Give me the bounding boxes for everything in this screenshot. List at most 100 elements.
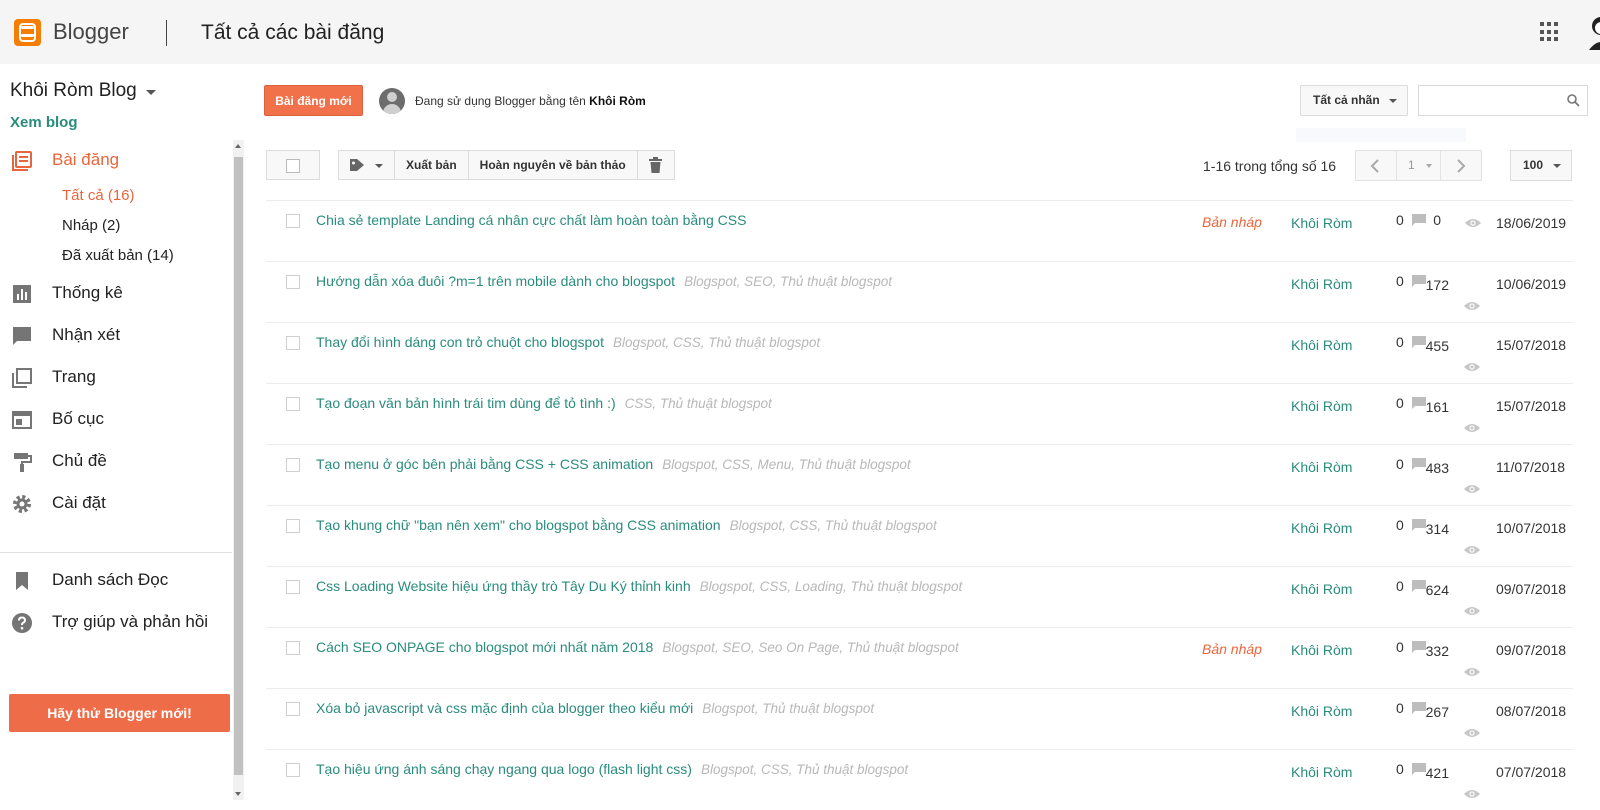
blog-selector[interactable]: Khôi Ròm Blog <box>10 80 137 102</box>
scroll-down-icon[interactable] <box>235 792 241 796</box>
post-author[interactable]: Khôi Ròm <box>1291 703 1352 719</box>
post-checkbox[interactable] <box>286 458 300 472</box>
post-author[interactable]: Khôi Ròm <box>1291 276 1352 292</box>
post-checkbox[interactable] <box>286 275 300 289</box>
post-title-link[interactable]: Tạo đoạn văn bản hình trái tim dùng để t… <box>316 395 616 411</box>
post-title-link[interactable]: Tạo hiệu ứng ánh sáng chạy ngang qua log… <box>316 761 692 777</box>
post-row[interactable]: Hướng dẫn xóa đuôi ?m=1 trên mobile dành… <box>266 261 1573 322</box>
post-checkbox[interactable] <box>286 580 300 594</box>
post-row[interactable]: Thay đổi hình dáng con trỏ chuột cho blo… <box>266 322 1573 383</box>
post-row[interactable]: Tạo khung chữ "bạn nên xem" cho blogspot… <box>266 505 1573 566</box>
label-button[interactable] <box>339 151 395 179</box>
next-page-button[interactable] <box>1441 151 1481 180</box>
post-title-cell: Hướng dẫn xóa đuôi ?m=1 trên mobile dành… <box>316 273 892 289</box>
sidebar-sub-all[interactable]: Tất cả (16) <box>62 187 135 204</box>
search-input[interactable] <box>1418 85 1588 116</box>
blogger-logo-icon[interactable] <box>14 19 41 46</box>
sidebar-item-posts[interactable]: Bài đăng <box>0 142 232 178</box>
scrollbar-thumb[interactable] <box>234 157 243 775</box>
select-all-checkbox[interactable] <box>266 150 320 180</box>
post-row[interactable]: Tạo hiệu ứng ánh sáng chạy ngang qua log… <box>266 749 1573 810</box>
scroll-up-icon[interactable] <box>235 144 241 148</box>
top-bar: Blogger Tất cả các bài đăng <box>0 0 1600 64</box>
publish-button[interactable]: Xuất bản <box>395 151 469 179</box>
post-title-link[interactable]: Xóa bỏ javascript và css mặc định của bl… <box>316 700 693 716</box>
view-count: 332 <box>1425 643 1449 659</box>
post-row[interactable]: Css Loading Website hiệu ứng thầy trò Tâ… <box>266 566 1573 627</box>
post-labels[interactable]: Blogspot, SEO, Seo On Page, Thủ thuật bl… <box>662 640 958 655</box>
account-avatar[interactable] <box>1586 14 1600 50</box>
sidebar-item-comments[interactable]: Nhận xét <box>0 317 232 353</box>
page-select[interactable]: 1 <box>1396 151 1441 180</box>
post-title-link[interactable]: Thay đổi hình dáng con trỏ chuột cho blo… <box>316 334 604 350</box>
sidebar: Khôi Ròm Blog Xem blog Bài đăng Tất cả (… <box>0 64 244 800</box>
post-author[interactable]: Khôi Ròm <box>1291 398 1352 414</box>
post-row[interactable]: Xóa bỏ javascript và css mặc định của bl… <box>266 688 1573 749</box>
help-icon <box>12 613 32 633</box>
post-checkbox[interactable] <box>286 519 300 533</box>
draft-badge: Bản nháp <box>1202 214 1262 230</box>
bookmark-icon <box>16 572 28 590</box>
chevron-down-icon[interactable] <box>146 90 156 95</box>
sidebar-sub-published[interactable]: Đã xuất bản (14) <box>62 247 174 264</box>
post-labels[interactable]: Blogspot, CSS, Menu, Thủ thuật blogspot <box>662 457 910 472</box>
post-title-link[interactable]: Cách SEO ONPAGE cho blogspot mới nhất nă… <box>316 639 653 655</box>
post-labels[interactable]: Blogspot, SEO, Thủ thuật blogspot <box>684 274 892 289</box>
post-checkbox[interactable] <box>286 214 300 228</box>
sidebar-sub-drafts[interactable]: Nháp (2) <box>62 217 120 234</box>
brand-name[interactable]: Blogger <box>53 19 129 45</box>
post-labels[interactable]: Blogspot, CSS, Thủ thuật blogspot <box>613 335 820 350</box>
post-title-link[interactable]: Hướng dẫn xóa đuôi ?m=1 trên mobile dành… <box>316 273 675 289</box>
post-title-link[interactable]: Chia sẻ template Landing cá nhân cực chấ… <box>316 212 746 228</box>
post-row[interactable]: Tạo menu ở góc bên phải bằng CSS + CSS a… <box>266 444 1573 505</box>
posts-icon <box>12 151 32 171</box>
post-row[interactable]: Chia sẻ template Landing cá nhân cực chấ… <box>266 200 1573 261</box>
sidebar-scrollbar[interactable] <box>233 140 244 800</box>
posts-per-page-dropdown[interactable]: 100 <box>1510 150 1572 181</box>
post-title-link[interactable]: Tạo khung chữ "bạn nên xem" cho blogspot… <box>316 517 721 533</box>
apps-grid-icon[interactable] <box>1540 22 1560 42</box>
post-author[interactable]: Khôi Ròm <box>1291 581 1352 597</box>
chevron-left-icon <box>1370 159 1379 173</box>
sidebar-item-theme[interactable]: Chủ đề <box>0 443 232 479</box>
revert-to-draft-button[interactable]: Hoàn nguyên về bản thảo <box>469 151 638 179</box>
labels-filter-dropdown[interactable]: Tất cả nhãn <box>1300 85 1408 116</box>
post-author[interactable]: Khôi Ròm <box>1291 215 1352 231</box>
post-author[interactable]: Khôi Ròm <box>1291 337 1352 353</box>
post-checkbox[interactable] <box>286 397 300 411</box>
stats-icon <box>13 285 31 303</box>
post-author[interactable]: Khôi Ròm <box>1291 764 1352 780</box>
sidebar-item-stats[interactable]: Thống kê <box>0 275 232 311</box>
comment-count: 0 <box>1396 395 1404 411</box>
try-new-blogger-button[interactable]: Hãy thử Blogger mới! <box>9 694 230 732</box>
view-blog-link[interactable]: Xem blog <box>10 114 78 131</box>
sidebar-item-settings[interactable]: Cài đặt <box>0 485 232 521</box>
sidebar-item-reading-list[interactable]: Danh sách Đọc <box>0 562 232 598</box>
post-labels[interactable]: Blogspot, CSS, Thủ thuật blogspot <box>701 762 908 777</box>
prev-page-button[interactable] <box>1356 151 1396 180</box>
comment-count: 0 <box>1396 761 1404 777</box>
sidebar-item-layout[interactable]: Bố cục <box>0 401 232 437</box>
post-labels[interactable]: Blogspot, CSS, Loading, Thủ thuật blogsp… <box>700 579 963 594</box>
post-author[interactable]: Khôi Ròm <box>1291 459 1352 475</box>
sidebar-item-pages[interactable]: Trang <box>0 359 232 395</box>
post-title-link[interactable]: Tạo menu ở góc bên phải bằng CSS + CSS a… <box>316 456 653 472</box>
post-row[interactable]: Tạo đoạn văn bản hình trái tim dùng để t… <box>266 383 1573 444</box>
post-author[interactable]: Khôi Ròm <box>1291 520 1352 536</box>
post-list: Chia sẻ template Landing cá nhân cực chấ… <box>266 200 1573 810</box>
new-post-button[interactable]: Bài đăng mới <box>264 85 363 116</box>
delete-button[interactable] <box>638 151 674 179</box>
post-labels[interactable]: Blogspot, CSS, Thủ thuật blogspot <box>730 518 937 533</box>
sidebar-item-help[interactable]: Trợ giúp và phản hồi <box>0 604 232 640</box>
draft-badge: Bản nháp <box>1202 641 1262 657</box>
post-checkbox[interactable] <box>286 763 300 777</box>
post-labels[interactable]: CSS, Thủ thuật blogspot <box>625 396 772 411</box>
search-icon[interactable] <box>1567 94 1580 107</box>
post-title-link[interactable]: Css Loading Website hiệu ứng thầy trò Tâ… <box>316 578 691 594</box>
post-checkbox[interactable] <box>286 702 300 716</box>
post-checkbox[interactable] <box>286 641 300 655</box>
post-author[interactable]: Khôi Ròm <box>1291 642 1352 658</box>
post-row[interactable]: Cách SEO ONPAGE cho blogspot mới nhất nă… <box>266 627 1573 688</box>
post-checkbox[interactable] <box>286 336 300 350</box>
post-labels[interactable]: Blogspot, Thủ thuật blogspot <box>702 701 874 716</box>
